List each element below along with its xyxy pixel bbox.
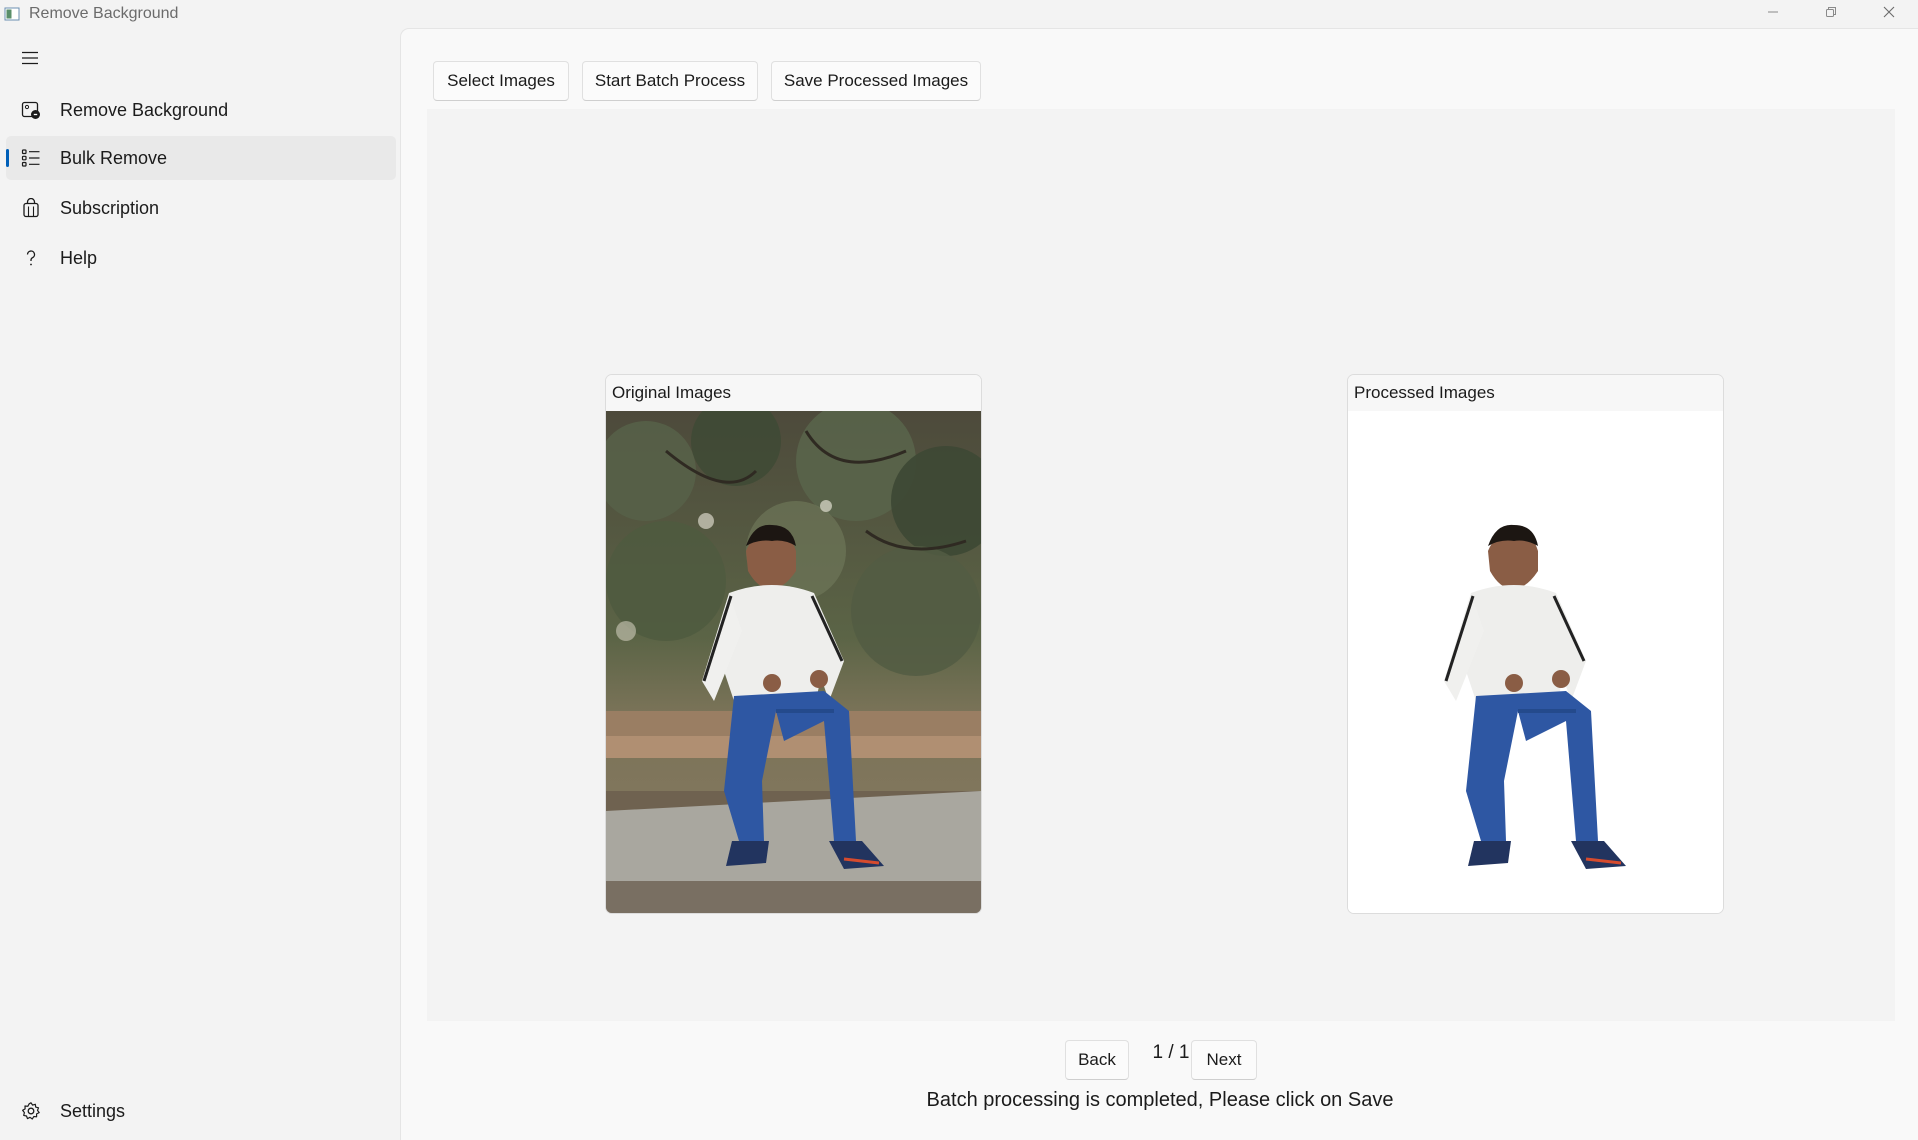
processed-image: [1348, 411, 1723, 913]
question-mark-icon: [20, 247, 42, 269]
select-images-button[interactable]: Select Images: [433, 61, 569, 101]
image-remove-icon: [20, 99, 42, 121]
original-image: [606, 396, 981, 913]
close-icon: [1883, 5, 1895, 23]
close-button[interactable]: [1860, 0, 1918, 28]
nav-label: Subscription: [60, 197, 160, 218]
nav-label: Bulk Remove: [60, 147, 168, 168]
next-button[interactable]: Next: [1191, 1040, 1257, 1080]
list-icon: [20, 147, 42, 169]
hamburger-menu-icon[interactable]: [20, 48, 40, 68]
minimize-button[interactable]: [1744, 0, 1802, 28]
processed-images-panel: Processed Images: [1347, 374, 1724, 914]
title-bar: Remove Background: [0, 0, 1918, 28]
nav-item-help[interactable]: Help: [6, 236, 396, 280]
start-batch-process-button[interactable]: Start Batch Process: [582, 61, 758, 101]
selection-indicator: [6, 149, 9, 167]
original-images-panel: Original Images: [605, 374, 982, 914]
processed-images-title: Processed Images: [1348, 375, 1723, 411]
image-preview-area: Original Images Processed Images: [427, 109, 1895, 1021]
nav-item-remove-background[interactable]: Remove Background: [6, 88, 396, 132]
nav-item-subscription[interactable]: Subscription: [6, 186, 396, 230]
nav-label: Remove Background: [60, 99, 229, 120]
navigation-pane: Remove Background Bulk Remove Subscripti…: [0, 28, 400, 1140]
nav-label: Settings: [60, 1100, 126, 1121]
gear-icon: [20, 1100, 42, 1122]
restore-icon: [1825, 5, 1837, 23]
shopping-bag-icon: [20, 197, 42, 219]
original-images-title: Original Images: [606, 375, 981, 411]
restore-button[interactable]: [1802, 0, 1860, 28]
nav-label: Help: [60, 247, 98, 268]
nav-item-bulk-remove[interactable]: Bulk Remove: [6, 136, 396, 180]
window-title: Remove Background: [29, 5, 179, 22]
nav-item-settings[interactable]: Settings: [6, 1089, 396, 1133]
app-icon: [3, 5, 21, 23]
back-button[interactable]: Back: [1065, 1040, 1129, 1080]
main-content: Select Images Start Batch Process Save P…: [400, 28, 1918, 1140]
save-processed-images-button[interactable]: Save Processed Images: [771, 61, 981, 101]
status-message: Batch processing is completed, Please cl…: [926, 1089, 1394, 1111]
minimize-icon: [1767, 5, 1779, 23]
